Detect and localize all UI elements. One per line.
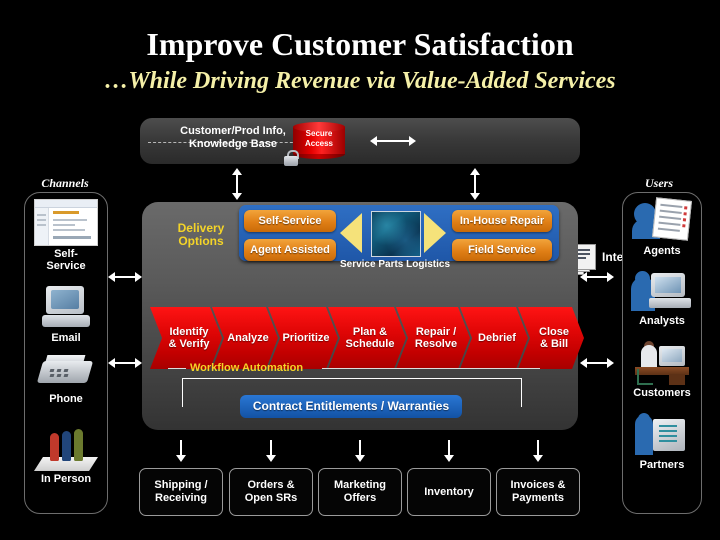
- bottom-box-inventory[interactable]: Inventory: [407, 468, 491, 516]
- information-bar: Customer/Prod Info, Knowledge Base Intel…: [140, 118, 668, 275]
- arrow-to-marketing: [355, 434, 365, 462]
- channel-item-email[interactable]: Email: [22, 286, 110, 344]
- arrow-to-inventory: [444, 434, 454, 462]
- page-subtitle: …While Driving Revenue via Value-Added S…: [104, 68, 616, 94]
- channel-label-in-person: In Person: [40, 473, 92, 485]
- arrow-to-shipping: [176, 434, 186, 462]
- secure-access-line1: Secure: [305, 129, 333, 138]
- arrow-info-intelligence: [370, 136, 416, 146]
- workflow-step-repair-resolve[interactable]: Repair / Resolve: [396, 307, 470, 369]
- channel-item-in-person[interactable]: In Person: [22, 421, 110, 485]
- arrow-channels-lower: [108, 358, 142, 368]
- arrow-channels-upper: [108, 272, 142, 282]
- web-page-icon: [34, 199, 98, 246]
- user-item-agents[interactable]: Agents: [618, 197, 706, 257]
- arrow-users-upper: [580, 272, 614, 282]
- secure-access-line2: Access: [304, 139, 334, 148]
- slide-canvas: Improve Customer Satisfaction …While Dri…: [0, 0, 720, 540]
- user-item-partners[interactable]: Partners: [618, 413, 706, 471]
- delivery-options-label: Delivery Options: [177, 221, 225, 248]
- agent-document-icon: [632, 197, 692, 243]
- option-agent-assisted[interactable]: Agent Assisted: [244, 239, 336, 261]
- channel-item-self-service[interactable]: Self- Service: [22, 199, 110, 272]
- customer-desk-icon: [631, 341, 693, 385]
- service-parts-logistics-caption: Service Parts Logistics: [339, 259, 451, 270]
- bottom-box-orders-open-srs[interactable]: Orders & Open SRs: [229, 468, 313, 516]
- users-header: Users: [644, 176, 673, 190]
- workflow-step-prioritize[interactable]: Prioritize: [268, 307, 338, 369]
- arrow-to-orders: [266, 434, 276, 462]
- bottom-box-invoices-payments[interactable]: Invoices & Payments: [496, 468, 580, 516]
- arrow-users-lower: [580, 358, 614, 368]
- channel-label-email: Email: [51, 332, 81, 344]
- contract-entitlements-button[interactable]: Contract Entitlements / Warranties: [240, 395, 462, 418]
- workflow-step-debrief[interactable]: Debrief: [460, 307, 528, 369]
- user-item-customers[interactable]: Customers: [618, 341, 706, 399]
- chevron-left-icon: [340, 213, 362, 253]
- option-self-service[interactable]: Self-Service: [244, 210, 336, 232]
- fax-phone-icon: [36, 353, 94, 391]
- chevron-right-icon: [424, 213, 446, 253]
- option-field-service[interactable]: Field Service: [452, 239, 552, 261]
- knowledge-base-label: Customer/Prod Info, Knowledge Base: [158, 125, 308, 151]
- channels-container: Self- Service Email Phone In Person: [24, 192, 108, 514]
- workflow-line-left: [168, 368, 186, 369]
- channel-item-phone[interactable]: Phone: [22, 353, 110, 405]
- bottom-box-marketing-offers[interactable]: Marketing Offers: [318, 468, 402, 516]
- desktop-computer-icon: [40, 286, 92, 330]
- arrow-kb-to-panel: [232, 168, 242, 200]
- service-parts-logistics-image: [371, 211, 421, 257]
- workflow-step-identify-verify[interactable]: Identify & Verify: [150, 307, 222, 369]
- page-title: Improve Customer Satisfaction: [146, 26, 574, 62]
- arrow-to-invoices: [533, 434, 543, 462]
- analyst-computer-icon: [631, 271, 693, 313]
- bottom-box-shipping-receiving[interactable]: Shipping / Receiving: [139, 468, 223, 516]
- people-icon: [34, 421, 98, 471]
- user-label-customers: Customers: [633, 387, 691, 399]
- knowledge-base-label-line1: Customer/Prod Info,: [180, 125, 286, 137]
- user-label-analysts: Analysts: [639, 315, 685, 327]
- partner-server-icon: [633, 413, 691, 457]
- channel-label-phone: Phone: [49, 393, 83, 405]
- workflow-line-right: [322, 368, 540, 369]
- option-in-house-repair[interactable]: In-House Repair: [452, 210, 552, 232]
- user-label-agents: Agents: [643, 245, 681, 257]
- workflow-chevron-row: Identify & Verify Analyze Prioritize Plan…: [150, 307, 570, 369]
- channels-header: Channels: [41, 176, 89, 190]
- workflow-step-plan-schedule[interactable]: Plan & Schedule: [328, 307, 406, 369]
- users-container: Agents Analysts Customers Partners: [622, 192, 702, 514]
- padlock-icon: [283, 150, 299, 166]
- channel-label-self-service: Self- Service: [46, 248, 86, 272]
- user-item-analysts[interactable]: Analysts: [618, 271, 706, 327]
- secure-access-database-icon: Secure Access: [293, 122, 345, 159]
- arrow-intelligence-to-panel: [470, 168, 480, 200]
- user-label-partners: Partners: [639, 459, 685, 471]
- workflow-automation-label: Workflow Automation: [190, 362, 304, 374]
